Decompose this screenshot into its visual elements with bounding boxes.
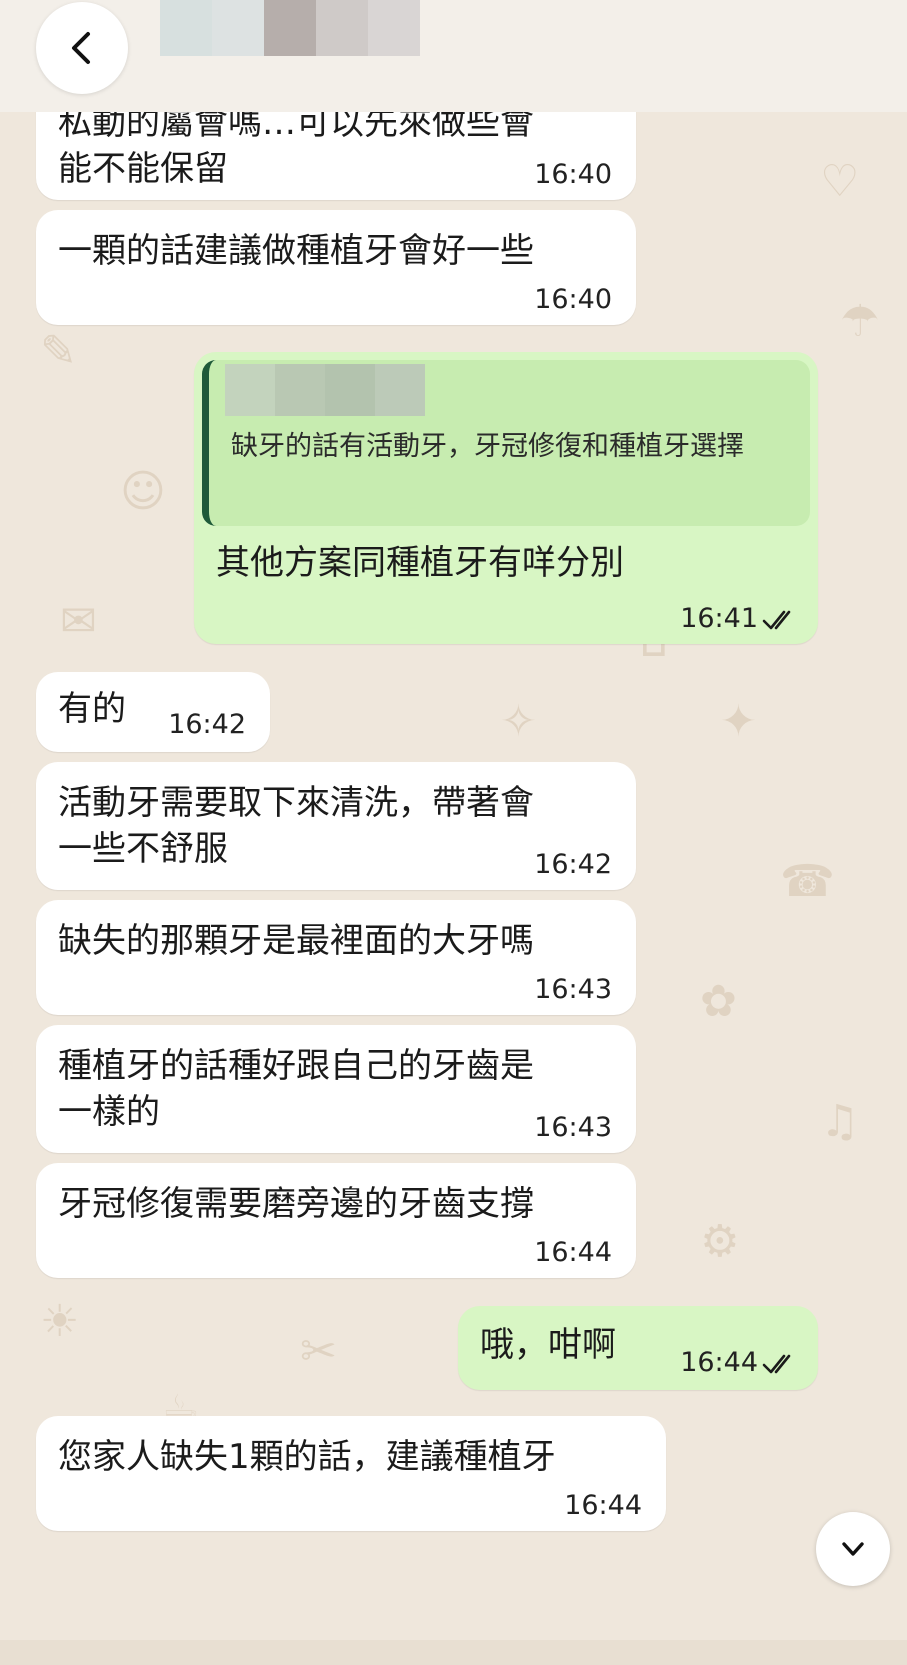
message-text: 您家人缺失1顆的話，建議種植牙 [58,1437,556,1477]
double-check-icon [762,608,798,632]
message-time: 16:41 [680,603,758,634]
message-text: 其他方案同種植牙有咩分別 [216,543,624,583]
chevron-left-icon [72,32,90,64]
message-time: 16:43 [534,1112,612,1143]
incoming-message[interactable]: 一顆的話建議做種植牙會好一些 16:40 [36,210,636,325]
message-text: 缺失的那顆牙是最裡面的大牙嗎 [58,921,534,961]
double-check-icon [762,1352,798,1376]
outgoing-message[interactable]: 哦，咁啊 16:44 [458,1306,818,1390]
incoming-message[interactable]: 您家人缺失1顆的話，建議種植牙 16:44 [36,1416,666,1531]
message-time: 16:40 [534,159,612,190]
quoted-sender-blurred [225,364,425,416]
quoted-text: 缺牙的話有活動牙，牙冠修復和種植牙選擇 [231,431,744,462]
message-time: 16:44 [534,1237,612,1268]
scroll-to-bottom-button[interactable] [816,1512,890,1586]
message-text: 種植牙的話種好跟自己的牙齒是 一樣的 [58,1046,534,1132]
incoming-message[interactable]: 種植牙的話種好跟自己的牙齒是 一樣的 16:43 [36,1025,636,1153]
contact-name-blurred-overlay [160,0,420,56]
message-text: 牙冠修復需要磨旁邊的牙齒支撐 [58,1184,534,1224]
message-time: 16:42 [534,849,612,880]
chevron-down-icon [842,1542,864,1556]
message-time: 16:43 [534,974,612,1005]
message-time: 16:40 [534,284,612,315]
incoming-message[interactable]: 牙冠修復需要磨旁邊的牙齒支撐 16:44 [36,1163,636,1278]
message-text: 活動牙需要取下來清洗，帶著會 一些不舒服 [58,783,534,869]
message-text: 一顆的話建議做種植牙會好一些 [58,231,534,271]
message-time: 16:44 [564,1490,642,1521]
outgoing-message[interactable]: 缺牙的話有活動牙，牙冠修復和種植牙選擇 其他方案同種植牙有咩分別 16:41 [194,352,818,644]
back-button-overlay[interactable] [36,2,128,94]
message-text: 私動的屬會嗎…可以先來做些會 能不能保留 [58,103,534,189]
message-time: 16:42 [168,709,246,740]
incoming-message[interactable]: 缺失的那顆牙是最裡面的大牙嗎 16:43 [36,900,636,1015]
message-text: 有的 [58,689,126,729]
quoted-message[interactable]: 缺牙的話有活動牙，牙冠修復和種植牙選擇 [202,360,810,526]
composer-edge [0,1640,907,1665]
message-text: 哦，咁啊 [480,1325,616,1365]
incoming-message[interactable]: 有的 16:42 [36,672,270,752]
message-time: 16:44 [680,1347,758,1378]
incoming-message[interactable]: 活動牙需要取下來清洗，帶著會 一些不舒服 16:42 [36,762,636,890]
